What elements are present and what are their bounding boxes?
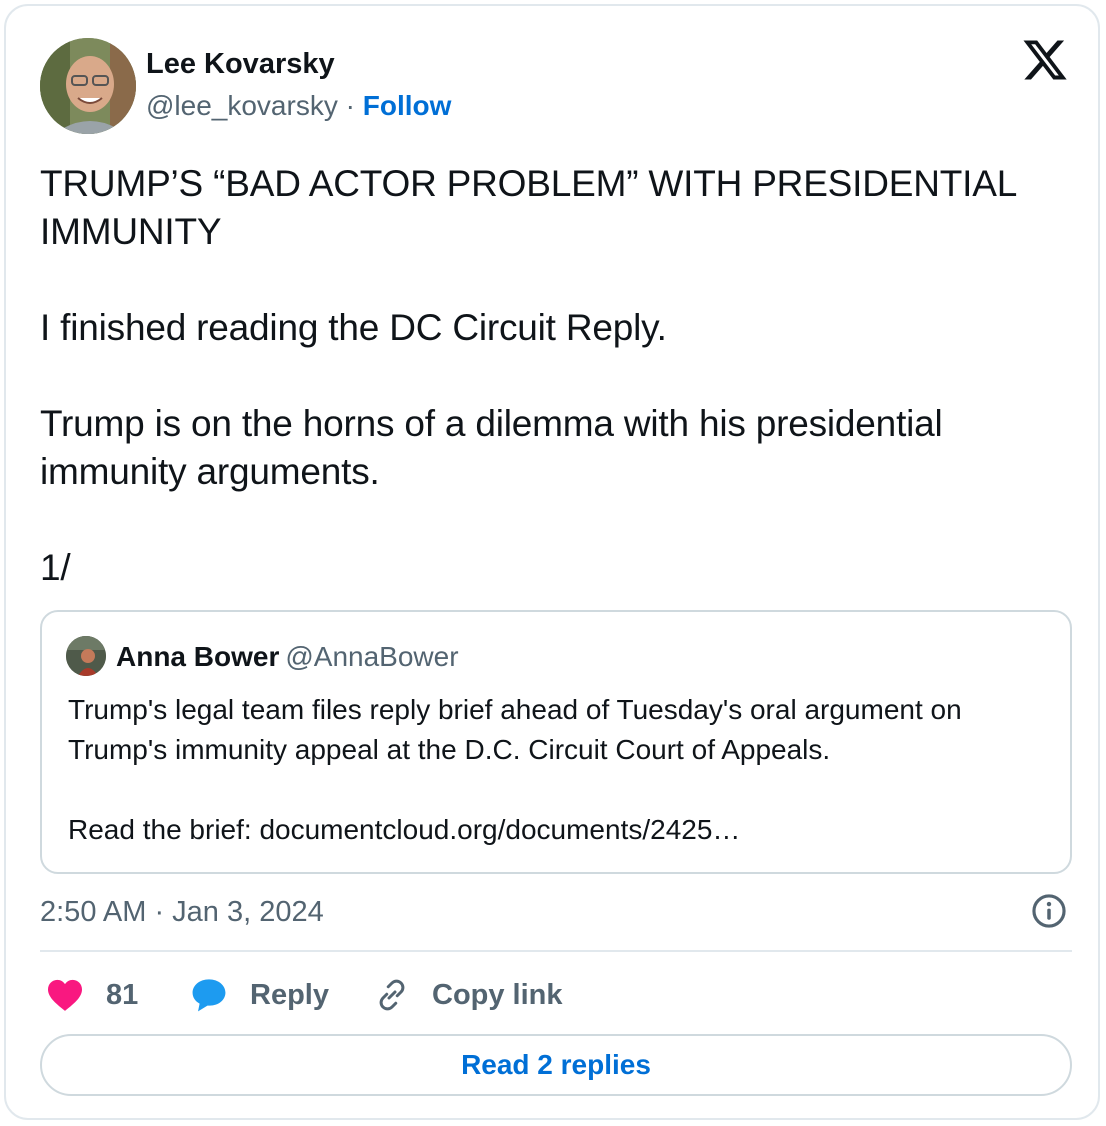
speech-bubble-icon (192, 979, 226, 1012)
author-handle[interactable]: @lee_kovarsky (146, 90, 338, 121)
action-bar: 81 Reply Copy link (40, 968, 1072, 1022)
reply-button[interactable]: Reply (190, 968, 329, 1022)
author-avatar[interactable] (40, 38, 136, 134)
read-replies-button[interactable]: Read 2 replies (40, 1034, 1072, 1096)
profile-photo (40, 38, 136, 134)
quoted-author-line: Anna Bower @AnnaBower (116, 640, 459, 674)
author-handle-row: @lee_kovarsky · Follow (146, 88, 451, 124)
copy-link-label: Copy link (432, 978, 563, 1011)
handle-separator: · (345, 90, 355, 121)
quoted-author-avatar (66, 636, 106, 676)
like-button[interactable]: 81 (46, 968, 138, 1022)
info-icon[interactable] (1030, 892, 1068, 930)
tweet-card: Lee Kovarsky @lee_kovarsky · Follow TRUM… (4, 4, 1100, 1120)
divider (40, 950, 1072, 952)
x-logo-icon[interactable] (1020, 36, 1070, 84)
heart-icon (48, 979, 82, 1011)
author-name[interactable]: Lee Kovarsky (146, 46, 335, 82)
tweet-timestamp[interactable]: 2:50 AM · Jan 3, 2024 (40, 892, 324, 932)
quoted-author-name: Anna Bower (116, 641, 280, 672)
tweet-text: TRUMP’S “BAD ACTOR PROBLEM” WITH PRESIDE… (40, 163, 1016, 588)
link-icon (379, 979, 405, 1011)
reply-label: Reply (250, 978, 329, 1011)
quoted-author-handle: @AnnaBower (285, 641, 459, 672)
quoted-tweet-text: Trump's legal team files reply brief ahe… (68, 694, 962, 845)
copy-link-button[interactable]: Copy link (374, 968, 563, 1022)
like-count: 81 (106, 978, 139, 1011)
quoted-profile-photo (66, 636, 106, 676)
quoted-tweet[interactable]: Anna Bower @AnnaBower Trump's legal team … (40, 610, 1072, 874)
follow-button[interactable]: Follow (363, 90, 452, 121)
